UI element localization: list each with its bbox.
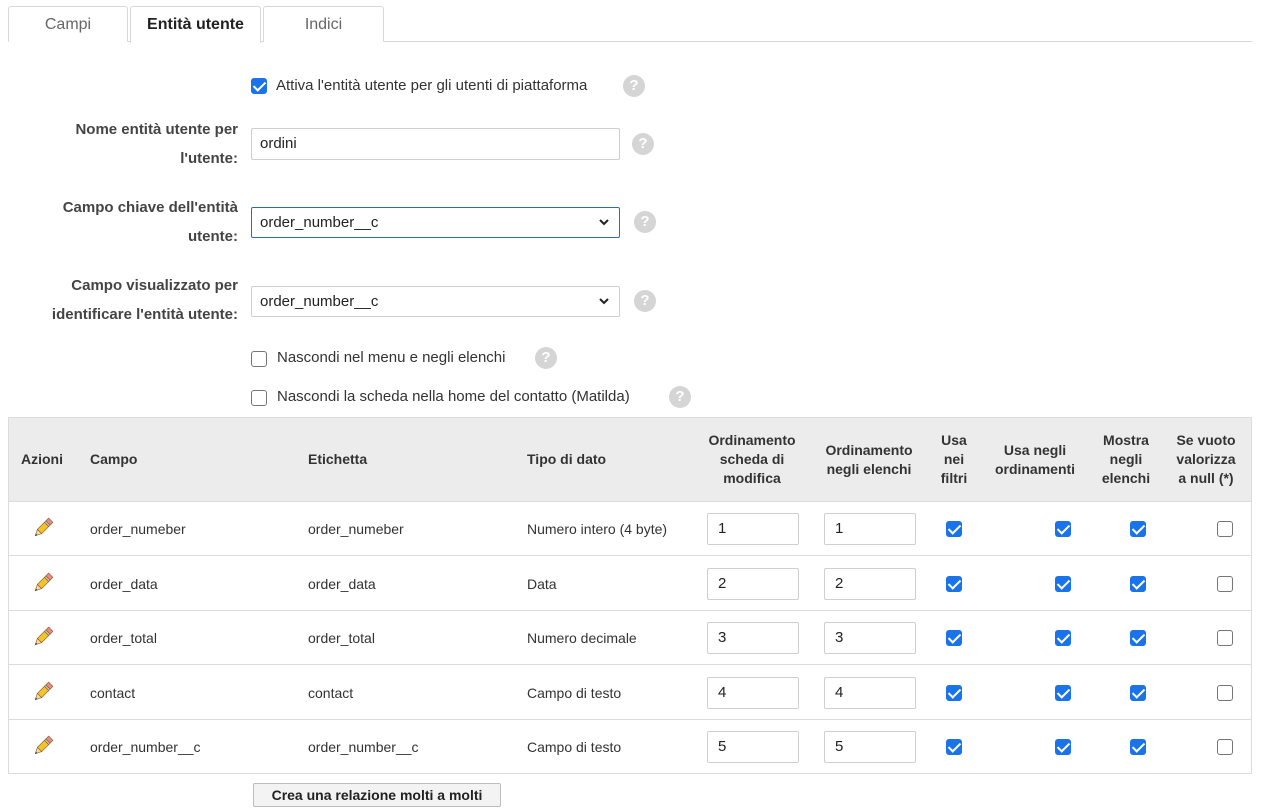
usa-ordinamenti-checkbox[interactable] <box>1055 521 1071 537</box>
cell-campo: contact <box>90 684 136 701</box>
chevron-down-icon <box>599 219 609 226</box>
header-ord-elenchi: Ordinamento negli elenchi <box>825 442 913 477</box>
cell-etichetta: contact <box>308 684 354 701</box>
cell-campo: order_number__c <box>90 739 201 755</box>
usa-ordinamenti-checkbox[interactable] <box>1055 739 1071 755</box>
mostra-elenchi-checkbox[interactable] <box>1130 739 1146 755</box>
header-null: Se vuoto valorizza a null (*) <box>1176 432 1236 486</box>
key-field-select[interactable]: order_number__c <box>251 207 620 238</box>
help-icon[interactable]: ? <box>634 211 656 233</box>
header-campo: Campo <box>90 451 138 467</box>
header-usa-ordinamenti: Usa negli ordinamenti <box>994 442 1076 477</box>
ord-scheda-input[interactable]: 3 <box>707 622 799 654</box>
ord-elenchi-input[interactable]: 2 <box>824 567 916 600</box>
null-checkbox[interactable] <box>1217 575 1233 592</box>
display-field-value: order_number__c <box>260 293 379 310</box>
cell-etichetta: order_numeber <box>308 521 404 537</box>
usa-ordinamenti-checkbox[interactable] <box>1055 630 1071 646</box>
tab-entita-utente[interactable]: Entità utente <box>130 6 261 43</box>
ord-scheda-input[interactable]: 4 <box>707 676 799 709</box>
usa-filtri-checkbox[interactable] <box>946 521 962 537</box>
header-mostra: Mostra negli elenchi <box>1101 432 1151 486</box>
table-row: order_numeber order_numeber Numero intero … <box>9 502 1251 556</box>
table-row: contact contact Campo di testo 4 4 <box>9 666 1251 720</box>
header-azioni: Azioni <box>21 451 63 467</box>
mostra-elenchi-checkbox[interactable] <box>1130 521 1146 537</box>
ord-elenchi-input[interactable]: 3 <box>824 622 916 654</box>
null-checkbox[interactable] <box>1217 739 1233 755</box>
tab-campi[interactable]: Campi <box>8 6 128 42</box>
header-ord-scheda: Ordinamento scheda di modifica <box>708 432 796 486</box>
usa-filtri-checkbox[interactable] <box>946 575 962 592</box>
hide-tab-checkbox[interactable] <box>251 390 267 406</box>
fields-table: Azioni Campo Etichetta Tipo di dato Ordi… <box>8 417 1252 774</box>
hide-tab-label: Nascondi la scheda nella home del contat… <box>277 388 630 405</box>
cell-campo: order_data <box>90 575 158 592</box>
cell-etichetta: order_total <box>308 630 375 646</box>
tab-indici[interactable]: Indici <box>263 6 384 42</box>
ord-scheda-input[interactable]: 2 <box>707 567 799 600</box>
cell-tipo: Numero decimale <box>527 630 637 646</box>
cell-etichetta: order_number__c <box>308 739 419 755</box>
key-field-value: order_number__c <box>260 214 379 231</box>
cell-etichetta: order_data <box>308 575 376 592</box>
ord-elenchi-input[interactable]: 4 <box>824 676 916 709</box>
null-checkbox[interactable] <box>1217 521 1233 537</box>
tab-bar: Campi Entità utente Indici <box>8 6 1252 43</box>
mostra-elenchi-checkbox[interactable] <box>1130 575 1146 592</box>
help-icon[interactable]: ? <box>623 75 645 97</box>
display-field-label: Campo visualizzato per identificare l'en… <box>51 277 238 323</box>
enable-user-entity-label: Attiva l'entità utente per gli utenti di… <box>276 77 588 94</box>
entity-name-input[interactable]: ordini <box>251 128 620 160</box>
help-icon[interactable]: ? <box>535 347 557 369</box>
cell-tipo: Numero intero (4 byte) <box>527 521 668 537</box>
cell-campo: order_numeber <box>90 521 186 537</box>
header-etichetta: Etichetta <box>308 451 368 467</box>
key-field-label: Campo chiave dell'entità utente: <box>62 199 238 245</box>
usa-filtri-checkbox[interactable] <box>946 739 962 755</box>
pencil-icon[interactable] <box>31 734 55 758</box>
table-row: order_number__c order_number__c Campo di t… <box>9 720 1251 774</box>
chevron-down-icon <box>599 298 609 305</box>
usa-ordinamenti-checkbox[interactable] <box>1055 684 1071 701</box>
header-tipo: Tipo di dato <box>527 451 607 467</box>
ord-elenchi-input[interactable]: 5 <box>824 731 916 763</box>
hide-menu-label: Nascondi nel menu e negli elenchi <box>277 349 506 366</box>
cell-campo: order_total <box>90 630 157 646</box>
entity-name-label: Nome entità utente per l'utente: <box>75 121 238 167</box>
ord-scheda-input[interactable]: 1 <box>707 513 799 545</box>
help-icon[interactable]: ? <box>669 386 691 408</box>
usa-filtri-checkbox[interactable] <box>946 630 962 646</box>
pencil-icon[interactable] <box>31 625 55 649</box>
help-icon[interactable]: ? <box>632 133 654 155</box>
table-row: order_total order_total Numero decimale 3 3 <box>9 611 1251 665</box>
table-row: order_data order_data Data 2 2 <box>9 557 1251 611</box>
cell-tipo: Campo di testo <box>527 739 622 755</box>
display-field-select[interactable]: order_number__c <box>251 286 620 317</box>
mostra-elenchi-checkbox[interactable] <box>1130 630 1146 646</box>
cell-tipo: Data <box>527 575 557 592</box>
null-checkbox[interactable] <box>1217 630 1233 646</box>
ord-scheda-input[interactable]: 5 <box>707 731 799 763</box>
usa-ordinamenti-checkbox[interactable] <box>1055 575 1071 592</box>
pencil-icon[interactable] <box>31 571 55 595</box>
cell-tipo: Campo di testo <box>527 684 622 701</box>
table-header: Azioni Campo Etichetta Tipo di dato Ordi… <box>9 418 1251 502</box>
ord-elenchi-input[interactable]: 1 <box>824 513 916 545</box>
hide-menu-checkbox[interactable] <box>251 351 267 367</box>
help-icon[interactable]: ? <box>634 290 656 312</box>
header-usa-filtri: Usa nei filtri <box>940 432 968 486</box>
pencil-icon[interactable] <box>31 516 55 540</box>
null-checkbox[interactable] <box>1217 684 1233 701</box>
usa-filtri-checkbox[interactable] <box>946 684 962 701</box>
mostra-elenchi-checkbox[interactable] <box>1130 684 1146 701</box>
pencil-icon[interactable] <box>31 680 55 704</box>
enable-user-entity-checkbox[interactable] <box>251 78 267 94</box>
create-many-to-many-button[interactable]: Crea una relazione molti a molti <box>253 783 501 807</box>
